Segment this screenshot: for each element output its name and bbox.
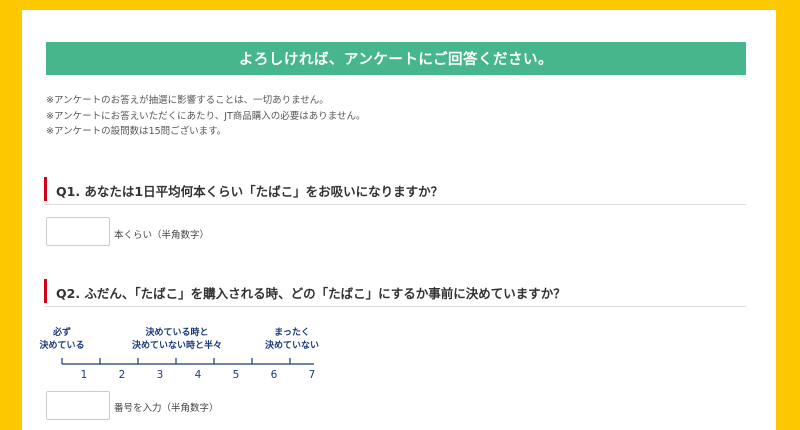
note-line: ※アンケートのお答えが抽選に影響することは、一切ありません。 xyxy=(46,95,329,106)
scale-middle-label: 決めている時と 決めていない時と半々 xyxy=(131,328,223,351)
banner-title: よろしければ、アンケートにご回答ください。 xyxy=(238,52,554,68)
question-marker xyxy=(44,279,47,303)
q2-unit-label: 番号を入力（半角数字） xyxy=(114,403,219,414)
scale-tick-2: 2 xyxy=(118,369,126,381)
survey-notes: ※アンケートのお答えが抽選に影響することは、一切ありません。 ※アンケートにお答… xyxy=(46,93,366,140)
scale-tick-6: 6 xyxy=(270,369,278,381)
scale-tick-7: 7 xyxy=(308,369,316,381)
survey-banner: よろしければ、アンケートにご回答ください。 xyxy=(46,42,746,75)
note-line: ※アンケートの設問数は15問ございます。 xyxy=(46,126,227,137)
q1-unit-label: 本くらい（半角数字） xyxy=(114,230,210,241)
scale-tick-4: 4 xyxy=(194,369,202,381)
q1-cigarettes-input[interactable] xyxy=(46,217,110,246)
scale-tick-3: 3 xyxy=(156,369,164,381)
scale-right-label: まったく 決めていない xyxy=(264,328,320,351)
note-line: ※アンケートにお答えいただくにあたり、JT商品購入の必要はありません。 xyxy=(46,110,366,122)
scale-tick-5: 5 xyxy=(232,369,240,381)
question-2-heading: Q2. ふだん、「たばこ」を購入される時、どの「たばこ」にするか事前に決めていま… xyxy=(44,276,746,307)
question-marker xyxy=(44,177,47,201)
scale-tick-1: 1 xyxy=(80,369,88,381)
survey-panel: よろしければ、アンケートにご回答ください。 ※アンケートのお答えが抽選に影響する… xyxy=(22,10,776,430)
q2-scale-number-input[interactable] xyxy=(46,391,110,420)
scale-left-label: 必ず 決めている xyxy=(39,328,85,351)
question-1-heading: Q1. あなたは1日平均何本くらい「たばこ」をお吸いになりますか？ xyxy=(44,174,746,205)
rating-scale-line xyxy=(61,358,314,365)
question-2-text: Q2. ふだん、「たばこ」を購入される時、どの「たばこ」にするか事前に決めていま… xyxy=(56,286,566,301)
question-1-text: Q1. あなたは1日平均何本くらい「たばこ」をお吸いになりますか？ xyxy=(56,184,444,199)
